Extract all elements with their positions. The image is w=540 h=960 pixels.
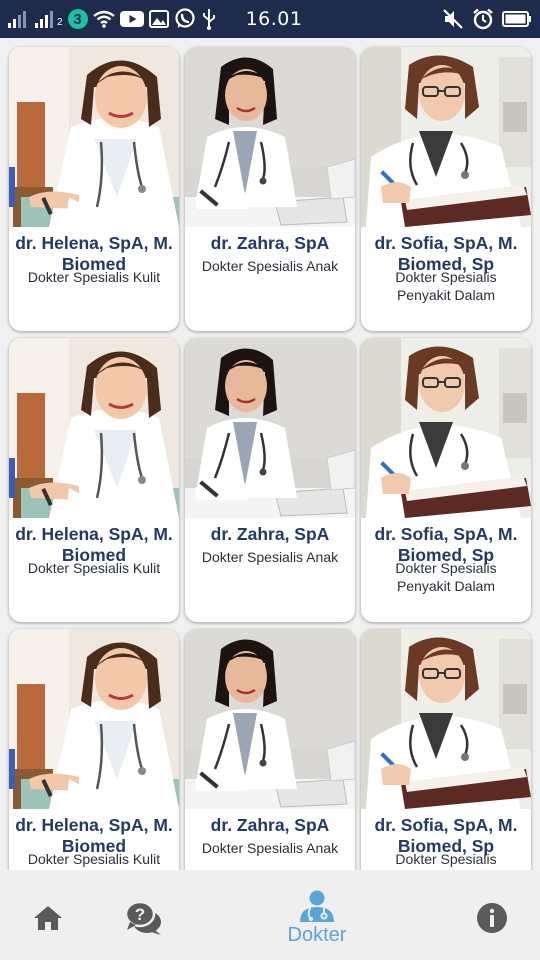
doctor-zahra-photo (185, 338, 355, 518)
battery-icon (502, 11, 531, 27)
wifi-icon (92, 10, 115, 28)
home-icon (34, 906, 62, 930)
doctor-name: dr. Zahra, SpA (210, 524, 330, 544)
nav-home[interactable] (18, 876, 78, 960)
whatsapp-icon (174, 8, 195, 28)
signal-icon: 2 (35, 10, 63, 28)
doctor-sofia-photo (361, 47, 531, 227)
doctor-card[interactable]: dr. Sofia, SpA, M. Biomed, Sp Dokter Spe… (361, 47, 531, 331)
doctor-specialty: Dokter Spesialis Kulit (27, 269, 161, 285)
doctor-specialty: Dokter Spesialis Anak (201, 840, 339, 856)
doctor-zahra-photo (185, 47, 355, 227)
network-3-icon: 3 (67, 9, 88, 29)
doctor-specialty: Dokter Spesialis Anak (201, 549, 339, 565)
doctor-card[interactable]: dr. Zahra, SpA Dokter Spesialis Anak (185, 629, 355, 870)
alarm-icon (473, 8, 493, 30)
svg-text:?: ? (135, 905, 145, 924)
doctor-specialty: Dokter Spesialis Penyakit Dalam (395, 269, 497, 303)
nav-info[interactable] (462, 876, 522, 960)
doctor-card[interactable]: dr. Helena, SpA, M. Biomed Dokter Spesia… (9, 629, 179, 870)
faq-chat-icon: ? (125, 900, 161, 935)
youtube-icon (119, 11, 144, 27)
doctor-specialty: Dokter Spesialis Penyakit Dalam (395, 851, 497, 870)
doctor-grid: dr. Helena, SpA, M. Biomed Dokter Spesia… (0, 38, 540, 870)
doctor-specialty: Dokter Spesialis Anak (201, 258, 339, 274)
doctor-card[interactable]: dr. Sofia, SpA, M. Biomed, Sp Dokter Spe… (361, 338, 531, 622)
info-icon (477, 903, 507, 933)
doctor-card[interactable]: dr. Helena, SpA, M. Biomed Dokter Spesia… (9, 47, 179, 331)
bottom-nav: ? Dokter (0, 876, 540, 960)
status-right-icons (442, 6, 532, 32)
doctor-card[interactable]: dr. Zahra, SpA Dokter Spesialis Anak (185, 47, 355, 331)
doctor-icon (300, 890, 334, 922)
doctor-specialty: Dokter Spesialis Penyakit Dalam (395, 560, 497, 594)
doctor-helena-photo (9, 47, 179, 227)
nav-dokter[interactable]: Dokter (274, 876, 360, 960)
doctor-sofia-photo (361, 629, 531, 809)
nav-faq[interactable]: ? (114, 876, 174, 960)
doctor-zahra-photo (185, 629, 355, 809)
status-left-icons: 2 3 16.01 (8, 6, 302, 32)
doctor-helena-photo (9, 629, 179, 809)
doctor-specialty: Dokter Spesialis Kulit (27, 851, 161, 867)
status-bar: 2 3 16.01 (0, 0, 540, 38)
doctor-sofia-photo (361, 338, 531, 518)
doctor-specialty: Dokter Spesialis Kulit (27, 560, 161, 576)
doctor-name: dr. Zahra, SpA (210, 815, 330, 835)
mute-icon (443, 9, 463, 29)
signal-icon (8, 10, 30, 28)
doctor-card[interactable]: dr. Zahra, SpA Dokter Spesialis Anak (185, 338, 355, 622)
doctor-card[interactable]: dr. Sofia, SpA, M. Biomed, Sp Dokter Spe… (361, 629, 531, 870)
status-time: 16.01 (245, 8, 303, 30)
usb-icon (202, 9, 215, 30)
nav-dokter-label: Dokter (287, 923, 347, 946)
doctor-card[interactable]: dr. Helena, SpA, M. Biomed Dokter Spesia… (9, 338, 179, 622)
doctor-helena-photo (9, 338, 179, 518)
doctor-name: dr. Zahra, SpA (210, 233, 330, 253)
gallery-icon (148, 10, 169, 28)
